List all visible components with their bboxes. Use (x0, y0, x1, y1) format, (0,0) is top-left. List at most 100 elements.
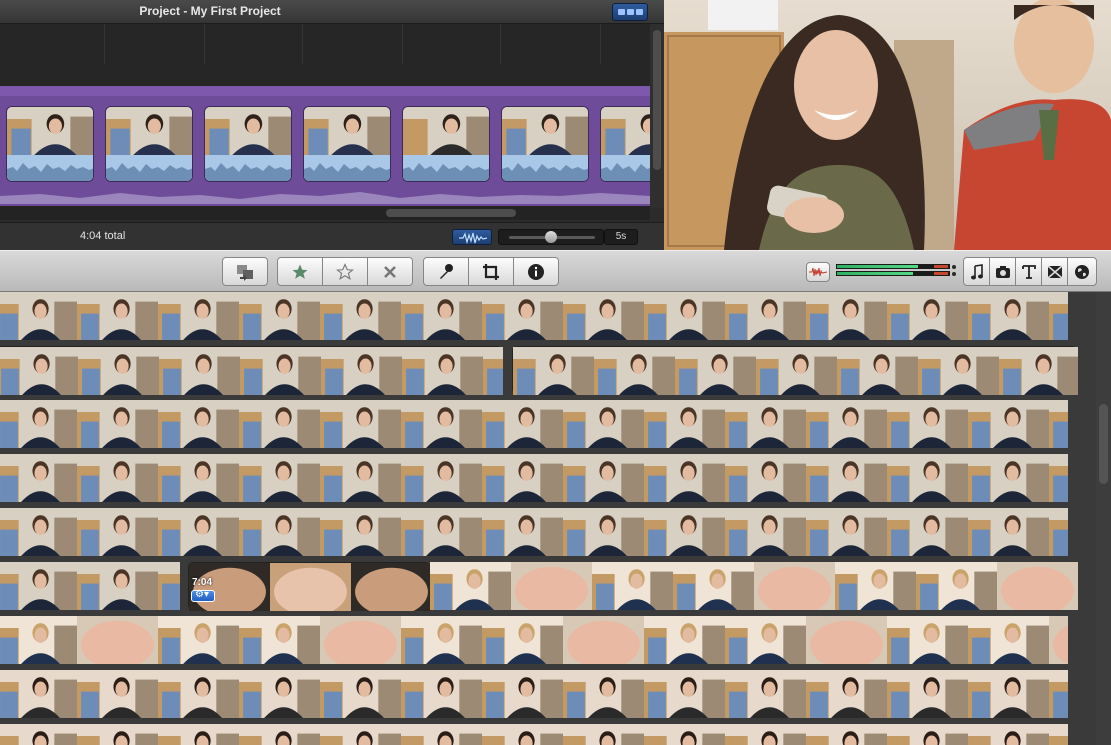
audio-adjust-button[interactable] (806, 262, 830, 282)
clip-frame-thumbnail (563, 400, 644, 448)
event-clip[interactable] (0, 346, 503, 395)
view-toggle-button[interactable] (612, 3, 648, 21)
project-clip[interactable] (204, 106, 292, 182)
clip-frame-thumbnail (482, 670, 563, 718)
clip-frame-thumbnail (968, 670, 1049, 718)
unmark-button[interactable] (322, 257, 368, 286)
project-titlebar: Project - My First Project (0, 0, 664, 24)
event-browser[interactable] (0, 292, 1111, 745)
clip-frame-thumbnail (158, 400, 239, 448)
reject-button[interactable] (367, 257, 413, 286)
project-clip-thumbnail (205, 107, 291, 155)
clip-frame-thumbnail (430, 562, 511, 610)
inspector-button[interactable] (513, 257, 559, 286)
clip-frame-thumbnail (887, 616, 968, 664)
thumbnail-zoom-slider[interactable] (498, 229, 604, 245)
clip-frame-thumbnail (887, 724, 968, 745)
clip-frame-thumbnail (806, 670, 887, 718)
clip-frame-thumbnail (0, 724, 77, 745)
main-toolbar (0, 250, 1111, 292)
crop-button[interactable] (468, 257, 514, 286)
audio-waveform-icon (809, 267, 827, 277)
event-clip[interactable] (0, 670, 1068, 718)
event-clip-row (0, 454, 1096, 502)
clip-frame-thumbnail (563, 616, 644, 664)
project-clip-strip[interactable] (0, 86, 688, 216)
clip-frame-thumbnail (725, 454, 806, 502)
clip-frame-thumbnail (320, 616, 401, 664)
clip-frame-thumbnail (77, 670, 158, 718)
clip-frame-thumbnail (644, 400, 725, 448)
project-clip[interactable] (105, 106, 193, 182)
clip-frame-thumbnail (159, 347, 240, 395)
transition-browser-button[interactable] (1041, 257, 1068, 286)
swap-icon (237, 264, 253, 281)
clip-frame-thumbnail (77, 508, 158, 556)
event-browser-scrollbar[interactable] (1096, 292, 1111, 745)
project-clip[interactable] (501, 106, 589, 182)
clip-frame-thumbnail (1049, 292, 1068, 340)
x-icon (384, 265, 396, 278)
clip-frame-thumbnail (725, 292, 806, 340)
clip-frame-thumbnail (837, 347, 918, 395)
clip-frame-thumbnail (968, 400, 1049, 448)
clip-frame-thumbnail (482, 508, 563, 556)
project-timeline[interactable] (0, 24, 688, 216)
event-clip[interactable] (0, 562, 180, 610)
event-clip-row (0, 508, 1096, 556)
music-browser-button[interactable] (963, 257, 990, 286)
clip-frame-thumbnail (563, 724, 644, 745)
voiceover-button[interactable] (423, 257, 469, 286)
clip-frame-thumbnail (756, 347, 837, 395)
clip-frame-thumbnail (999, 347, 1078, 395)
event-clip[interactable] (0, 454, 1068, 502)
title-browser-button[interactable] (1015, 257, 1042, 286)
clip-frame-thumbnail (644, 670, 725, 718)
event-clip-row (0, 562, 1096, 611)
crop-icon (483, 263, 499, 280)
clip-duration-label: 7:04 (192, 577, 213, 588)
clip-frame-thumbnail (0, 616, 77, 664)
waveform-icon (459, 232, 487, 244)
event-clip[interactable] (0, 724, 1068, 745)
project-clip-thumbnail (403, 107, 489, 155)
clip-action-button[interactable]: ⚙▾ (191, 589, 215, 602)
clip-frame-thumbnail (158, 454, 239, 502)
clip-frame-thumbnail (968, 508, 1049, 556)
project-footer: 4:04 total 5s (0, 222, 664, 250)
event-clip[interactable] (0, 616, 1068, 664)
event-clip[interactable] (0, 292, 1068, 340)
project-horizontal-scrollbar[interactable] (0, 206, 650, 220)
clip-frame-thumbnail (887, 292, 968, 340)
project-vertical-scrollbar[interactable] (650, 24, 664, 208)
clip-frame-thumbnail (239, 292, 320, 340)
clip-frame-thumbnail (968, 292, 1049, 340)
project-clip[interactable] (402, 106, 490, 182)
viewer-frame (664, 0, 1111, 250)
event-clip[interactable] (512, 346, 1078, 395)
project-clip[interactable] (303, 106, 391, 182)
clip-frame-thumbnail (78, 347, 159, 395)
clip-frame-thumbnail (725, 400, 806, 448)
swap-events-button[interactable] (222, 257, 268, 286)
audio-level-right (836, 271, 950, 276)
event-clip[interactable] (430, 562, 1078, 610)
clip-frame-thumbnail (511, 562, 592, 610)
project-clip[interactable] (6, 106, 94, 182)
event-clip-row (0, 346, 1096, 395)
clip-frame-thumbnail (835, 562, 916, 610)
video-viewer[interactable] (664, 0, 1111, 250)
clip-frame-thumbnail (968, 616, 1049, 664)
audio-waveform-toggle[interactable] (452, 229, 492, 245)
clip-frame-thumbnail (401, 508, 482, 556)
mark-favorite-button[interactable] (277, 257, 323, 286)
clip-frame-thumbnail (725, 508, 806, 556)
clip-frame-thumbnail (916, 562, 997, 610)
event-clip[interactable] (0, 400, 1068, 448)
event-clip[interactable] (188, 562, 431, 611)
gear-icon: ⚙▾ (195, 589, 209, 600)
photo-browser-button[interactable] (989, 257, 1016, 286)
maps-browser-button[interactable] (1067, 257, 1097, 286)
event-clip[interactable] (0, 508, 1068, 556)
clip-frame-thumbnail (483, 347, 503, 395)
